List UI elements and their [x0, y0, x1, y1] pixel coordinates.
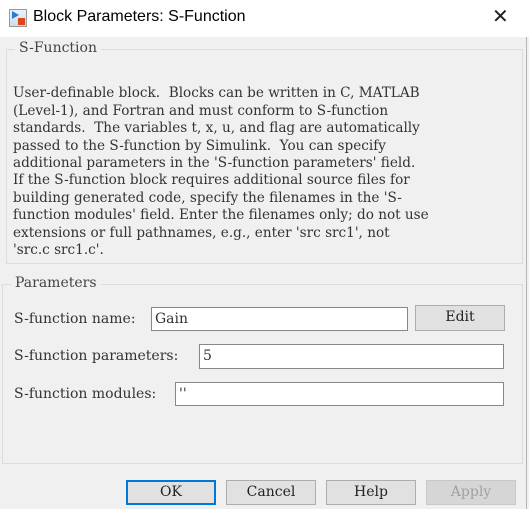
cancel-button[interactable]: Cancel: [226, 480, 316, 505]
description-line: 'src.c src1.c'.: [13, 242, 104, 259]
description-line: standards. The variables t, x, u, and fl…: [13, 120, 420, 137]
title-bar: Block Parameters: S-Function ✕: [0, 0, 529, 37]
edit-button[interactable]: Edit: [415, 305, 505, 331]
s-function-modules-label: S-function modules:: [14, 386, 157, 402]
description-group-title: S-Function: [15, 40, 101, 56]
help-button[interactable]: Help: [326, 480, 416, 505]
description-line: User-definable block. Blocks can be writ…: [13, 85, 420, 102]
s-function-name-input[interactable]: Gain: [151, 307, 408, 331]
simulink-block-icon: [9, 9, 27, 27]
parameters-group-title: Parameters: [11, 275, 101, 291]
description-line: additional parameters in the 'S-function…: [13, 155, 416, 172]
description-text: User-definable block. Blocks can be writ…: [13, 68, 429, 277]
description-line: passed to the S-function by Simulink. Yo…: [13, 137, 386, 154]
ok-button[interactable]: OK: [126, 480, 216, 505]
s-function-modules-input[interactable]: '': [175, 382, 504, 406]
description-line: building generated code, specify the fil…: [13, 189, 402, 206]
s-function-parameters-label: S-function parameters:: [14, 348, 179, 364]
s-function-name-label: S-function name:: [14, 311, 136, 327]
description-line: extensions or full pathnames, e.g., ente…: [13, 224, 390, 241]
window-title: Block Parameters: S-Function: [33, 8, 246, 25]
description-line: function modules' field. Enter the filen…: [13, 207, 429, 224]
close-icon[interactable]: ✕: [492, 4, 509, 28]
apply-button[interactable]: Apply: [426, 480, 516, 505]
description-line: (Level-1), and Fortran and must conform …: [13, 102, 389, 119]
window-edge: [526, 37, 527, 509]
description-line: If the S-function block requires additio…: [13, 172, 410, 189]
s-function-parameters-input[interactable]: 5: [199, 344, 504, 369]
